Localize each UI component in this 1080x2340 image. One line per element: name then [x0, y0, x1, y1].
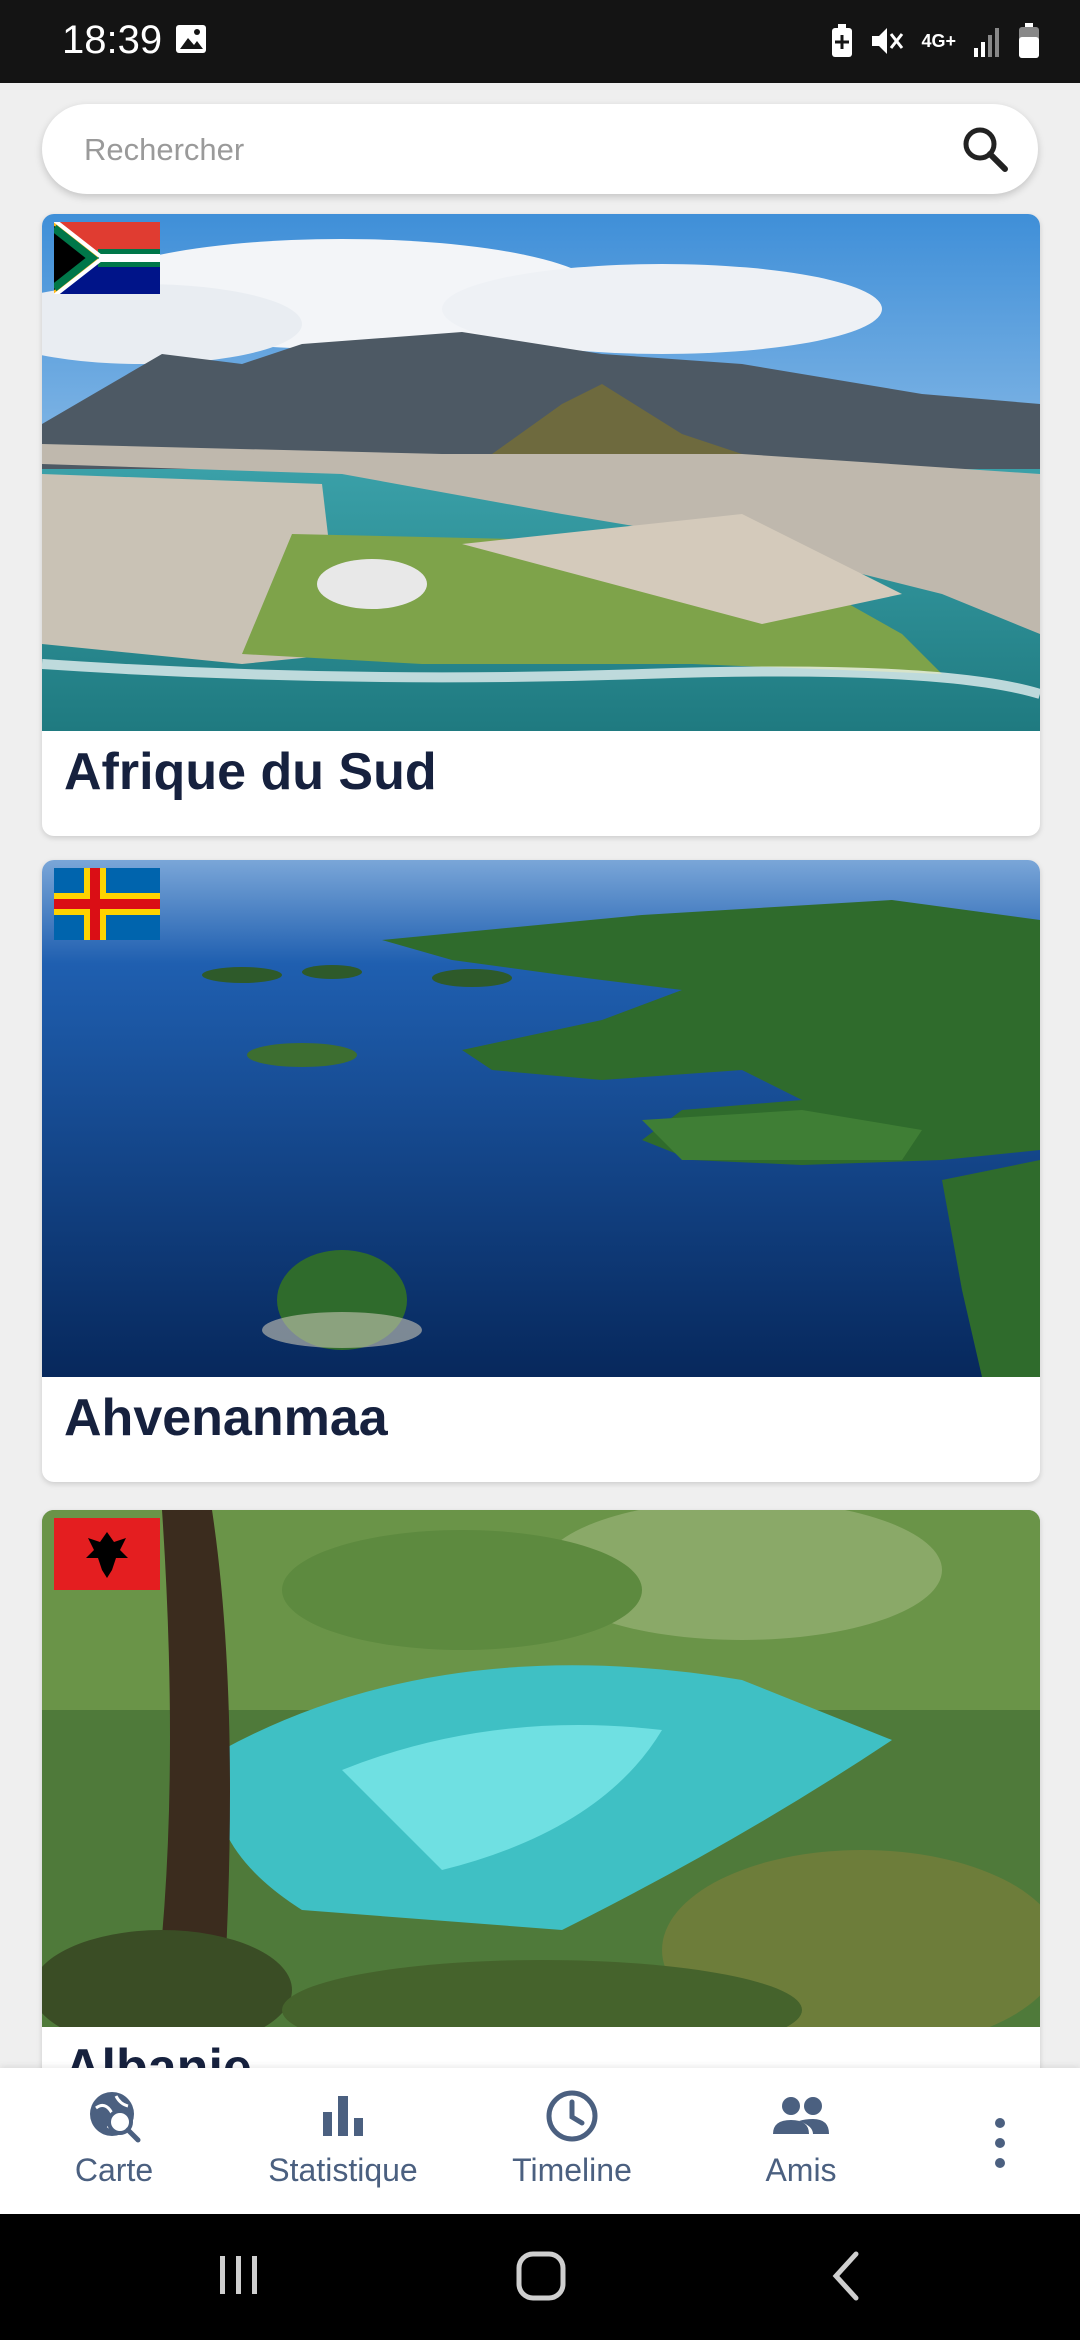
search-icon[interactable] [960, 124, 1010, 174]
country-photo [42, 214, 1040, 731]
people-icon [773, 2097, 829, 2134]
back-icon[interactable] [826, 2250, 866, 2302]
nav-label: Statistique [268, 2152, 418, 2188]
search-input[interactable] [82, 104, 946, 196]
country-card[interactable]: Afrique du Sud [42, 214, 1040, 836]
battery-saver-icon [832, 24, 853, 57]
status-bar: 18:39 4G+ [0, 0, 1080, 83]
network-label: 4G+ [921, 31, 956, 51]
battery-icon [1019, 23, 1039, 58]
nav-label: Amis [765, 2152, 837, 2188]
mute-icon [872, 28, 904, 54]
country-photo [42, 860, 1040, 1377]
signal-icon [974, 28, 999, 57]
recent-apps-icon[interactable] [216, 2250, 262, 2300]
aland-flag [54, 868, 160, 940]
nav-amis[interactable]: Amis [691, 2088, 911, 2189]
status-time: 18:39 [62, 18, 163, 62]
clock-icon [546, 2090, 598, 2142]
country-card[interactable]: Ahvenanmaa [42, 860, 1040, 1482]
nav-timeline[interactable]: Timeline [462, 2088, 682, 2189]
home-icon[interactable] [515, 2250, 567, 2302]
nav-carte[interactable]: Carte [4, 2088, 224, 2189]
south-africa-flag [54, 222, 160, 294]
country-photo [42, 1510, 1040, 2027]
nav-statistique[interactable]: Statistique [233, 2088, 453, 2189]
system-navigation-bar [0, 2214, 1080, 2340]
bottom-navigation: Carte Statistique Timeline Amis [0, 2068, 1080, 2214]
gallery-icon [176, 25, 206, 53]
nav-label: Timeline [512, 2152, 632, 2188]
country-name: Afrique du Sud [64, 743, 437, 801]
nav-label: Carte [74, 2152, 154, 2188]
search-bar[interactable] [42, 104, 1038, 196]
bar-chart-icon [323, 2096, 363, 2136]
country-card[interactable]: Albanie [42, 1510, 1040, 2132]
more-vert-icon[interactable] [980, 2113, 1020, 2173]
country-name: Ahvenanmaa [64, 1389, 388, 1447]
map-search-icon [90, 2092, 141, 2143]
albania-flag [54, 1518, 160, 1590]
